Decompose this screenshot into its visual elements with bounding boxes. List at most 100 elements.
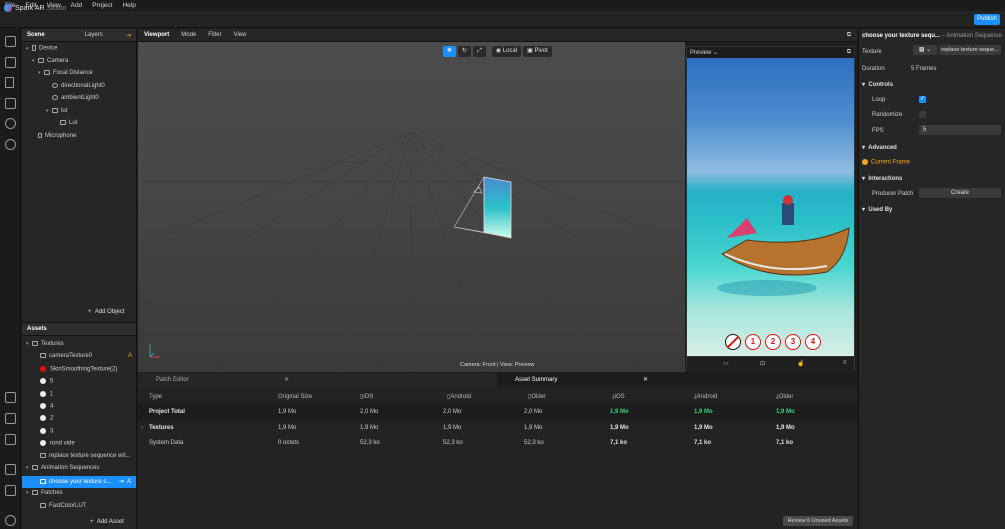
close-icon[interactable]: ✕ bbox=[284, 373, 289, 387]
asset-skin-texture[interactable]: SkinSmoothingTexture(2) bbox=[40, 366, 117, 373]
col-original-size[interactable]: Original Size bbox=[278, 389, 312, 405]
effect-option-1[interactable]: 1 bbox=[745, 334, 761, 350]
tab-view[interactable]: View bbox=[228, 32, 253, 38]
col-ios-download[interactable]: ⤓ iOS bbox=[612, 389, 625, 405]
menu-icon[interactable]: ≡ bbox=[843, 360, 847, 366]
no-effect-icon[interactable] bbox=[725, 334, 741, 350]
keyframe-icon[interactable] bbox=[862, 159, 868, 165]
video-icon[interactable] bbox=[5, 57, 16, 68]
tree-item-camera[interactable]: ▾ Camera bbox=[32, 58, 68, 64]
section-used-by[interactable]: ▾ Used By bbox=[862, 206, 892, 213]
col-type[interactable]: Type bbox=[149, 389, 162, 405]
col-android[interactable]: ▯ Android bbox=[447, 389, 471, 405]
tab-mode[interactable]: Mode bbox=[175, 32, 202, 38]
add-asset-button[interactable]: + Add Asset bbox=[90, 519, 124, 525]
tab-filter[interactable]: Filter bbox=[202, 32, 227, 38]
asset-camera-texture[interactable]: cameraTexture0 A bbox=[40, 353, 132, 359]
preview-dropdown[interactable]: Preview ⌄ bbox=[690, 49, 718, 56]
menu-help[interactable]: Help bbox=[117, 2, 140, 9]
upload-icon[interactable] bbox=[5, 392, 16, 403]
tree-item-focal-distance[interactable]: ▾ Focal Distance bbox=[38, 70, 93, 76]
effect-option-4[interactable]: 4 bbox=[805, 334, 821, 350]
device-icon[interactable] bbox=[5, 98, 16, 109]
app-name-main: Spark AR bbox=[15, 5, 45, 12]
patch-icon[interactable] bbox=[5, 485, 16, 496]
asset-animation-sequence[interactable]: choose your texture s... ⇥ A bbox=[22, 476, 136, 488]
tree-item-lut[interactable]: ▾ lut bbox=[46, 108, 67, 114]
tree-label: Device bbox=[39, 45, 58, 52]
asset-texture-5[interactable]: 5 bbox=[40, 378, 53, 385]
publish-button[interactable]: Publish bbox=[974, 14, 1000, 25]
asset-folder-textures[interactable]: ▾ Textures bbox=[26, 341, 64, 347]
local-toggle[interactable]: ◉ Local bbox=[491, 46, 522, 57]
scale-tool-icon[interactable]: ⤢ bbox=[473, 46, 486, 57]
camera-icon[interactable]: ⊡ bbox=[760, 360, 765, 367]
tab-layers[interactable]: Layers bbox=[80, 32, 108, 38]
asset-texture-4[interactable]: 4 bbox=[40, 403, 53, 410]
tree-item-lut-child[interactable]: Lut bbox=[60, 120, 77, 126]
move-tool-icon[interactable]: ✥ bbox=[443, 46, 457, 57]
rotate-tool-icon[interactable]: ↻ bbox=[458, 46, 472, 57]
assets-library-icon[interactable] bbox=[5, 464, 16, 475]
loop-checkbox[interactable]: ✓ bbox=[919, 96, 926, 103]
section-controls[interactable]: ▾ Controls bbox=[862, 81, 893, 88]
col-ios[interactable]: ▯ iOS bbox=[360, 389, 373, 405]
table-row-system-data[interactable]: System Data 0 octets 52,3 ko 52,3 ko 52,… bbox=[138, 435, 857, 451]
tab-asset-summary[interactable]: ✕ Asset Summary bbox=[497, 373, 856, 387]
texture-dropdown[interactable]: replace texture seque... bbox=[939, 45, 1001, 55]
col-android-download[interactable]: ⤓ Android bbox=[694, 389, 717, 405]
popout-icon[interactable]: ⧉ bbox=[841, 32, 857, 39]
touch-icon[interactable]: ☝ bbox=[797, 360, 804, 367]
asset-texture-1[interactable]: 1 bbox=[40, 391, 53, 398]
tree-item-microphone[interactable]: Microphone bbox=[38, 133, 76, 139]
export-icon[interactable] bbox=[5, 434, 16, 445]
close-icon[interactable]: ✕ bbox=[643, 373, 648, 387]
col-older-android[interactable]: ▯ Older Android bbox=[528, 389, 552, 416]
cell: Project Total bbox=[149, 409, 185, 415]
table-row-project-total[interactable]: Project Total 1,9 Mo 2,0 Mo 2,0 Mo 2,0 M… bbox=[138, 404, 857, 420]
review-unused-assets-button[interactable]: Review 6 Unused Assets bbox=[783, 516, 853, 526]
layout-icon[interactable] bbox=[5, 36, 16, 47]
tree-item-directional-light[interactable]: directionalLight0 bbox=[52, 83, 105, 89]
menu-add[interactable]: Add bbox=[66, 2, 88, 9]
send-to-device-icon[interactable] bbox=[5, 413, 16, 424]
asset-folder-animation[interactable]: ▾ Animation Sequences bbox=[26, 465, 99, 471]
table-row-textures[interactable]: › Textures 1,9 Mo 1,9 Mo 1,9 Mo 1,9 Mo 1… bbox=[138, 420, 857, 436]
search-icon[interactable] bbox=[5, 139, 16, 150]
section-advanced[interactable]: ▾ Advanced bbox=[862, 144, 897, 151]
asset-rond-vide[interactable]: rond vide bbox=[40, 440, 75, 447]
effect-option-3[interactable]: 3 bbox=[785, 334, 801, 350]
effect-option-2[interactable]: 2 bbox=[765, 334, 781, 350]
asset-fastcolorlut[interactable]: FastColorLUT bbox=[40, 503, 86, 509]
asset-texture-3[interactable]: 3 bbox=[40, 428, 53, 435]
texture-picker[interactable]: ▩ ⌄ bbox=[913, 45, 937, 55]
video-icon[interactable]: ▭ bbox=[723, 360, 729, 367]
tree-item-ambient-light[interactable]: ambientLight0 bbox=[52, 95, 99, 101]
add-object-button[interactable]: + Add Object bbox=[88, 309, 125, 315]
cell: 2,0 Mo bbox=[360, 409, 379, 415]
asset-folder-patches[interactable]: ▾ Patches bbox=[26, 490, 63, 496]
popout-icon[interactable]: ⧉ bbox=[847, 49, 851, 56]
gear-icon[interactable] bbox=[5, 515, 16, 526]
col-older-android-download[interactable]: ⤓ Older Android bbox=[776, 389, 799, 416]
randomize-checkbox[interactable] bbox=[919, 111, 926, 118]
tab-viewport[interactable]: Viewport bbox=[138, 32, 175, 38]
expand-icon[interactable]: ⇥ bbox=[121, 32, 136, 39]
create-button[interactable]: Create bbox=[919, 188, 1001, 198]
section-interactions[interactable]: ▾ Interactions bbox=[862, 175, 902, 182]
tree-item-device[interactable]: ▾ Device bbox=[26, 45, 57, 52]
fps-input[interactable]: 5 bbox=[919, 125, 1001, 135]
inspector-title-name: choose your texture sequ... bbox=[862, 33, 941, 39]
current-frame-row[interactable]: Current Frame bbox=[862, 159, 910, 166]
refresh-icon[interactable] bbox=[5, 118, 16, 129]
viewport[interactable]: Camera: Front | View: Preview bbox=[138, 42, 685, 372]
pause-icon[interactable] bbox=[5, 77, 14, 88]
asset-replace-texture[interactable]: replace texture sequence wit... bbox=[40, 453, 130, 459]
menu-project[interactable]: Project bbox=[87, 2, 117, 9]
chevron-right-icon[interactable]: › bbox=[141, 420, 143, 436]
asset-texture-2[interactable]: 2 bbox=[40, 415, 53, 422]
pivot-toggle[interactable]: ▣ Pivot bbox=[523, 46, 552, 57]
col-label: Android bbox=[450, 394, 471, 400]
tab-patch-editor[interactable]: ✕ Patch Editor bbox=[138, 373, 497, 387]
tab-scene[interactable]: Scene bbox=[22, 32, 50, 38]
